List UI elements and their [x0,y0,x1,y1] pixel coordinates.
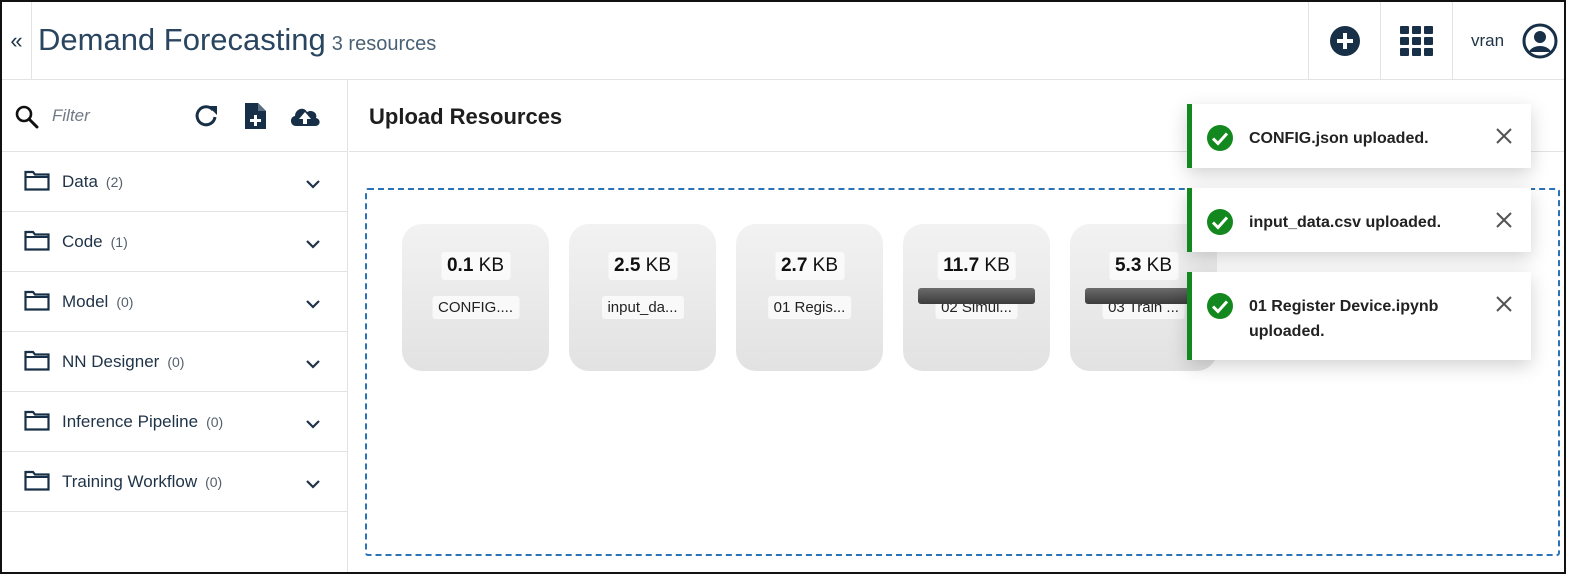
sidebar-item-model[interactable]: Model (0) [2,272,347,332]
refresh-button[interactable] [192,102,220,135]
toast-message: CONFIG.json uploaded. [1249,130,1429,147]
folder-icon [24,350,50,371]
close-icon[interactable] [1494,294,1514,314]
toast-notification: CONFIG.json uploaded. [1187,104,1531,168]
add-button[interactable] [1308,2,1380,80]
file-name: input_da... [601,296,684,319]
sidebar-item-label: Code (1) [62,232,128,251]
sidebar-item-label: Training Workflow (0) [62,472,223,491]
user-menu[interactable]: vran [1452,2,1564,80]
panel-title: Upload Resources [369,104,563,129]
chevron-down-icon[interactable] [304,298,322,310]
file-size: 5.3 KB [1108,252,1179,280]
toast-message: input_data.csv uploaded. [1249,214,1442,231]
new-file-icon [245,103,266,129]
user-circle-icon [1522,23,1558,59]
file-card[interactable]: 11.7 KB 02 Simul... [903,224,1050,371]
plus-circle-icon [1329,26,1360,56]
close-icon[interactable] [1494,126,1514,146]
chevron-down-icon[interactable] [304,178,322,190]
toast-notification: 01 Register Device.ipynb uploaded. [1187,272,1531,360]
upload-button[interactable] [288,102,322,135]
cloud-upload-icon [290,108,320,126]
search-icon [15,105,39,129]
file-name: 01 Regis... [767,296,852,319]
sidebar-item-label: Data (2) [62,172,124,191]
upload-progress-bar [918,288,1035,304]
folder-icon [24,290,50,311]
check-circle-icon [1207,209,1233,235]
file-card[interactable]: 2.7 KB 01 Regis... [736,224,883,371]
file-size: 11.7 KB [937,252,1016,280]
close-icon[interactable] [1494,210,1514,230]
apps-button[interactable] [1380,2,1452,80]
page-title: Demand Forecasting 3 resources [38,22,436,58]
file-card[interactable]: 0.1 KB CONFIG.... [402,224,549,371]
folder-icon [24,170,50,191]
sidebar-item-label: Model (0) [62,292,134,311]
refresh-icon [195,105,217,127]
apps-grid-icon [1399,26,1433,56]
filter-input[interactable] [52,104,172,128]
file-size: 2.5 KB [607,252,678,280]
sidebar-item-label: NN Designer (0) [62,352,185,371]
user-name: vran [1471,31,1505,50]
folder-icon [24,410,50,431]
app-frame: « Demand Forecasting 3 resources vran Fi… [0,0,1566,574]
file-size: 0.1 KB [440,252,511,280]
sidebar-item-data[interactable]: Data (2) [2,152,347,212]
check-circle-icon [1207,293,1233,319]
sidebar-item-inference-pipeline[interactable]: Inference Pipeline (0) [2,392,347,452]
collapse-sidebar-button[interactable]: « [2,2,32,80]
file-size: 2.7 KB [774,252,845,280]
resource-count: 3 resources [331,33,437,55]
resource-sidebar: Data(2) Code(1) Model(0) NN Designe [2,80,348,572]
sidebar-item-training-workflow[interactable]: Training Workflow (0) [2,452,347,512]
check-circle-icon [1207,125,1233,151]
file-card[interactable]: 2.5 KB input_da... [569,224,716,371]
folder-icon [24,470,50,491]
project-title: Demand Forecasting [38,22,326,57]
sidebar-item-code[interactable]: Code (1) [2,212,347,272]
upload-progress-bar [1085,288,1202,304]
toast-message: 01 Register Device.ipynb uploaded. [1249,298,1439,340]
folder-icon [24,230,50,251]
new-file-button[interactable] [242,102,268,135]
filter-toolbar [2,80,347,152]
chevron-down-icon[interactable] [304,478,322,490]
chevron-down-icon[interactable] [304,418,322,430]
sidebar-item-label: Inference Pipeline (0) [62,412,224,431]
top-header: « Demand Forecasting 3 resources vran [2,2,1564,80]
sidebar-item-nn-designer[interactable]: NN Designer (0) [2,332,347,392]
chevron-down-icon[interactable] [304,358,322,370]
file-name: CONFIG.... [432,296,519,319]
chevron-down-icon[interactable] [304,238,322,250]
toast-notification: input_data.csv uploaded. [1187,188,1531,252]
